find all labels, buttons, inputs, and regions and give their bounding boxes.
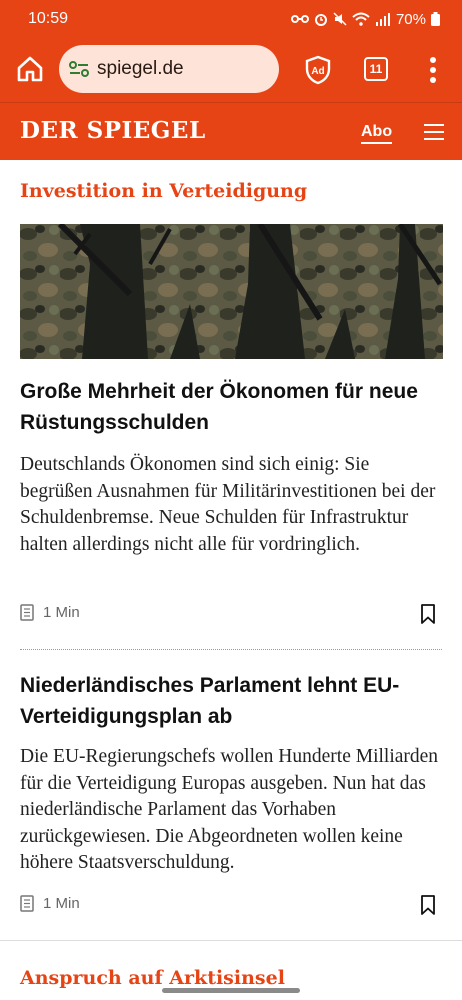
- article-headline[interactable]: Große Mehrheit der Ökonomen für neue Rüs…: [20, 376, 440, 438]
- battery-icon: [431, 12, 440, 26]
- signal-icon: [375, 13, 390, 26]
- reading-time: 1 Min: [43, 604, 80, 621]
- article-meta: 1 Min: [20, 895, 80, 912]
- bookmark-icon[interactable]: [420, 895, 436, 915]
- tabs-icon[interactable]: 11: [364, 57, 388, 81]
- soldiers-photo: [20, 224, 443, 359]
- section-title[interactable]: Investition in Verteidigung: [20, 180, 307, 202]
- site-logo[interactable]: DER SPIEGEL: [20, 117, 206, 144]
- article-headline[interactable]: Niederländisches Parlament lehnt EU-Vert…: [20, 670, 440, 732]
- hero-image[interactable]: [20, 224, 443, 359]
- article-section: Investition in Verteidigung Große Mehrhe…: [0, 160, 462, 940]
- bookmark-icon[interactable]: [420, 604, 436, 624]
- status-time: 10:59: [28, 10, 69, 27]
- overflow-menu-icon[interactable]: [427, 56, 439, 84]
- reading-time: 1 Min: [43, 895, 80, 912]
- browser-toolbar: spiegel.de Ad 11: [0, 38, 462, 102]
- svg-text:Ad: Ad: [311, 66, 324, 77]
- article-teaser[interactable]: Deutschlands Ökonomen sind sich einig: S…: [20, 452, 445, 558]
- address-bar[interactable]: spiegel.de: [59, 45, 279, 93]
- hamburger-icon[interactable]: [424, 124, 444, 140]
- abo-link[interactable]: Abo: [361, 123, 393, 144]
- article-divider: [20, 649, 442, 650]
- adblock-shield-icon[interactable]: Ad: [304, 55, 332, 85]
- status-icons: 70%: [290, 10, 440, 28]
- article-teaser[interactable]: Die EU-Regierungschefs wollen Hunderte M…: [20, 744, 445, 877]
- site-header: DER SPIEGEL Abo: [0, 102, 462, 160]
- home-icon[interactable]: [16, 55, 44, 83]
- mute-icon: [333, 12, 347, 26]
- key-icon: [290, 15, 309, 23]
- alarm-icon: [314, 14, 327, 26]
- article-icon: [20, 604, 34, 621]
- home-indicator[interactable]: [162, 988, 300, 993]
- battery-percent: 70%: [395, 10, 426, 28]
- next-section-title[interactable]: Anspruch auf Arktisinsel: [20, 967, 285, 989]
- site-settings-icon[interactable]: [69, 60, 89, 78]
- wifi-icon: [352, 12, 370, 26]
- article-icon: [20, 895, 34, 912]
- url-text: spiegel.de: [97, 58, 184, 79]
- status-bar: 10:59 70%: [0, 0, 462, 38]
- article-meta: 1 Min: [20, 604, 80, 621]
- tab-count: 11: [369, 62, 383, 76]
